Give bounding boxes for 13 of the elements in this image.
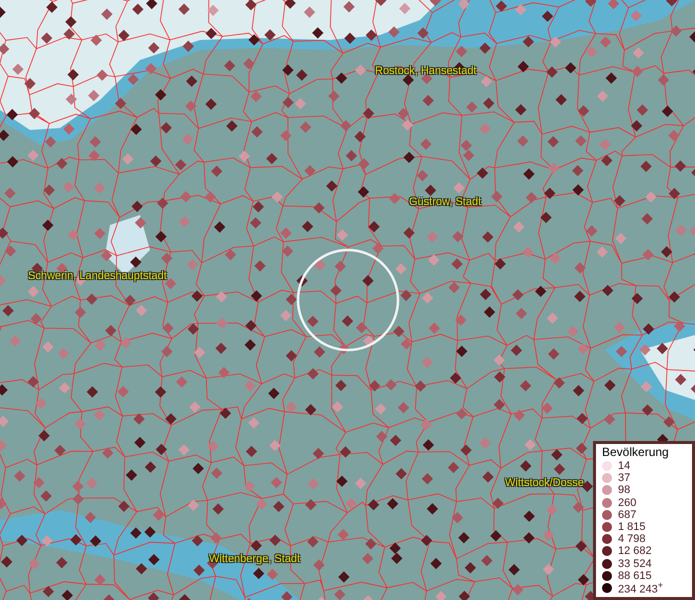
legend-title: Bevölkerung xyxy=(602,445,670,459)
legend-value: 37 xyxy=(618,472,630,484)
selection-circle[interactable] xyxy=(296,248,400,352)
legend-value: 234 243$^{+}$ xyxy=(618,580,664,596)
legend-value: 14 xyxy=(618,460,630,472)
legend-value: 687 xyxy=(618,508,636,521)
legend-value: 4 798 xyxy=(618,533,646,546)
legend-value: 98 xyxy=(618,484,630,496)
legend-value: 1 815 xyxy=(618,521,646,534)
legend-value: 12 682 xyxy=(618,545,652,558)
legend-value: 33 524 xyxy=(618,558,652,570)
legend-value: 260 xyxy=(618,496,636,509)
legend-value: 88 615 xyxy=(618,570,652,582)
